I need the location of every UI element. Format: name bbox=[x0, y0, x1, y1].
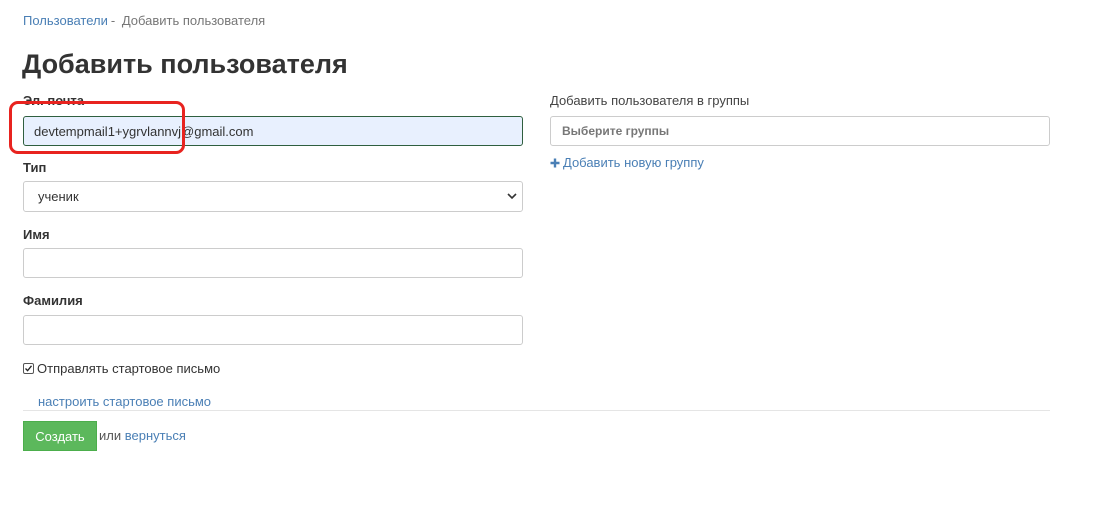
email-label: Эл. почта bbox=[23, 93, 85, 108]
add-new-group-link[interactable]: Добавить новую группу bbox=[550, 155, 704, 171]
first-name-label: Имя bbox=[23, 227, 50, 242]
check-icon bbox=[25, 365, 33, 372]
groups-label: Добавить пользователя в группы bbox=[550, 93, 750, 108]
send-welcome-row: Отправлять стартовое письмо bbox=[23, 361, 220, 376]
first-name-input[interactable] bbox=[23, 248, 523, 278]
breadcrumb-separator: - bbox=[110, 13, 116, 28]
page-title: Добавить пользователя bbox=[22, 49, 348, 79]
last-name-input[interactable] bbox=[23, 315, 523, 345]
plus-icon bbox=[550, 158, 560, 168]
groups-select[interactable]: Выберите группы bbox=[550, 116, 1050, 146]
or-text: или вернуться bbox=[99, 428, 186, 444]
groups-select-placeholder: Выберите группы bbox=[562, 124, 670, 138]
breadcrumb: Пользователи - Добавить пользователя bbox=[23, 13, 265, 29]
add-user-page: Пользователи - Добавить пользователя Доба… bbox=[0, 0, 1110, 505]
chevron-down-icon bbox=[507, 193, 517, 200]
breadcrumb-current: Добавить пользователя bbox=[121, 13, 266, 28]
add-new-group-label: Добавить новую группу bbox=[563, 155, 704, 170]
create-button[interactable]: Создать bbox=[23, 421, 97, 451]
type-select[interactable]: ученик bbox=[23, 181, 523, 212]
send-welcome-checkbox[interactable] bbox=[23, 363, 34, 374]
send-welcome-label: Отправлять стартовое письмо bbox=[37, 361, 221, 376]
form-divider bbox=[23, 410, 1050, 411]
configure-welcome-email-link[interactable]: настроить стартовое письмо bbox=[38, 394, 211, 410]
last-name-label: Фамилия bbox=[23, 293, 83, 308]
back-link[interactable]: вернуться bbox=[125, 428, 186, 443]
breadcrumb-users-link[interactable]: Пользователи bbox=[23, 13, 108, 28]
email-input[interactable] bbox=[23, 116, 523, 146]
or-label: или bbox=[99, 428, 122, 443]
type-select-value: ученик bbox=[38, 189, 79, 204]
type-label: Тип bbox=[23, 160, 47, 175]
